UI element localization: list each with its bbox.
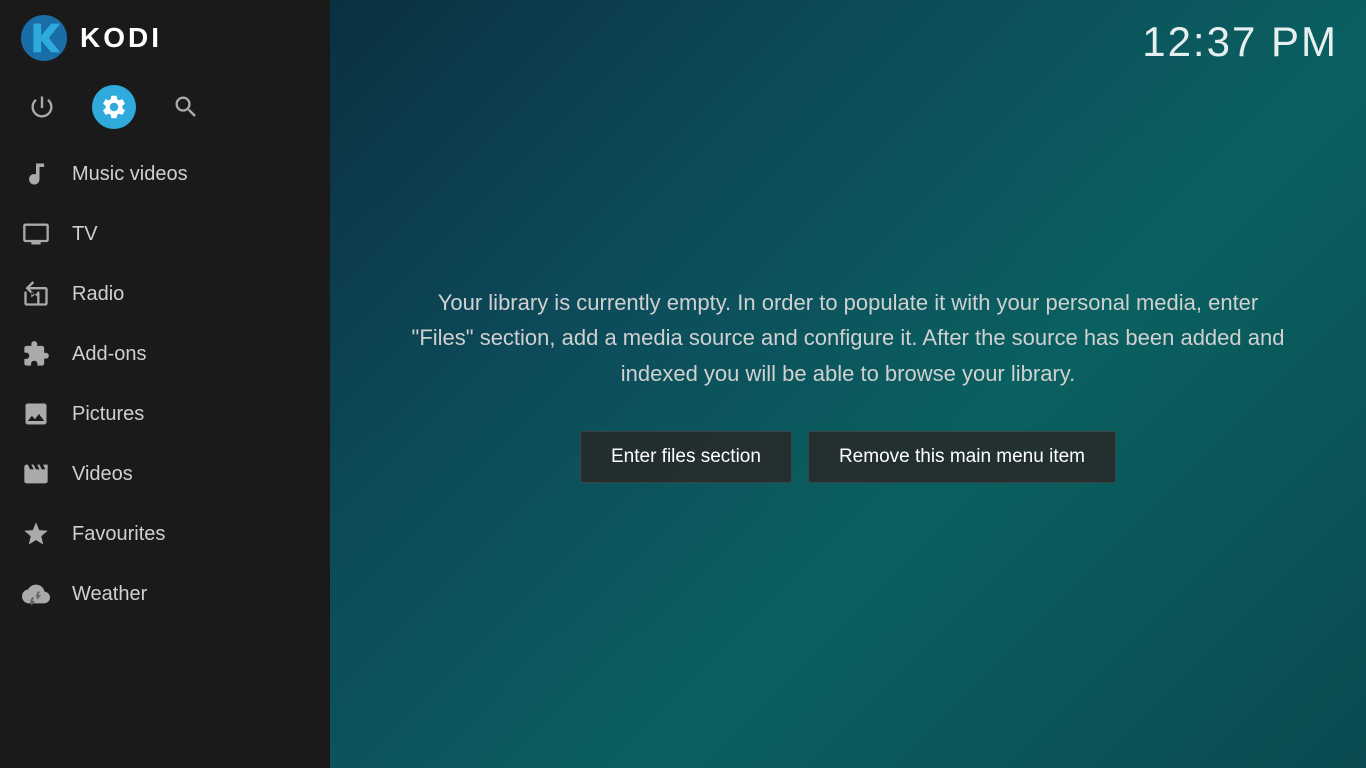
sidebar-item-radio[interactable]: Radio — [0, 264, 330, 324]
settings-icon — [100, 93, 128, 121]
settings-button[interactable] — [92, 85, 136, 129]
enter-files-section-button[interactable]: Enter files section — [580, 431, 792, 483]
power-icon — [28, 93, 56, 121]
videos-label: Videos — [72, 463, 133, 486]
sidebar-item-tv[interactable]: TV — [0, 204, 330, 264]
main-content: 12:37 PM Your library is currently empty… — [330, 0, 1366, 768]
search-icon — [172, 93, 200, 121]
addons-icon — [20, 338, 52, 370]
app-container: KODI — [0, 0, 1366, 768]
sidebar-header: KODI — [0, 0, 330, 75]
action-buttons: Enter files section Remove this main men… — [580, 431, 1116, 483]
center-content: Your library is currently empty. In orde… — [330, 0, 1366, 768]
music-videos-icon — [20, 158, 52, 190]
sidebar-item-add-ons[interactable]: Add-ons — [0, 324, 330, 384]
sidebar-item-videos[interactable]: Videos — [0, 444, 330, 504]
pictures-label: Pictures — [72, 403, 144, 426]
tv-label: TV — [72, 223, 98, 246]
library-empty-message: Your library is currently empty. In orde… — [410, 285, 1286, 391]
pictures-icon — [20, 398, 52, 430]
radio-label: Radio — [72, 283, 124, 306]
favourites-label: Favourites — [72, 523, 165, 546]
tv-icon — [20, 218, 52, 250]
sidebar-nav: Music videos TV Radio Add-ons — [0, 144, 330, 768]
sidebar-item-music-videos[interactable]: Music videos — [0, 144, 330, 204]
search-button[interactable] — [164, 85, 208, 129]
app-title: KODI — [80, 22, 162, 54]
radio-icon — [20, 278, 52, 310]
sidebar-item-pictures[interactable]: Pictures — [0, 384, 330, 444]
sidebar-item-weather[interactable]: Weather — [0, 564, 330, 624]
videos-icon — [20, 458, 52, 490]
sidebar-item-favourites[interactable]: Favourites — [0, 504, 330, 564]
add-ons-label: Add-ons — [72, 343, 147, 366]
weather-label: Weather — [72, 583, 147, 606]
weather-icon — [20, 578, 52, 610]
remove-menu-item-button[interactable]: Remove this main menu item — [808, 431, 1116, 483]
kodi-logo-icon — [20, 14, 68, 62]
power-button[interactable] — [20, 85, 64, 129]
sidebar: KODI — [0, 0, 330, 768]
sidebar-icon-row — [0, 75, 330, 144]
music-videos-label: Music videos — [72, 163, 188, 186]
favourites-icon — [20, 518, 52, 550]
clock-display: 12:37 PM — [1142, 18, 1338, 66]
